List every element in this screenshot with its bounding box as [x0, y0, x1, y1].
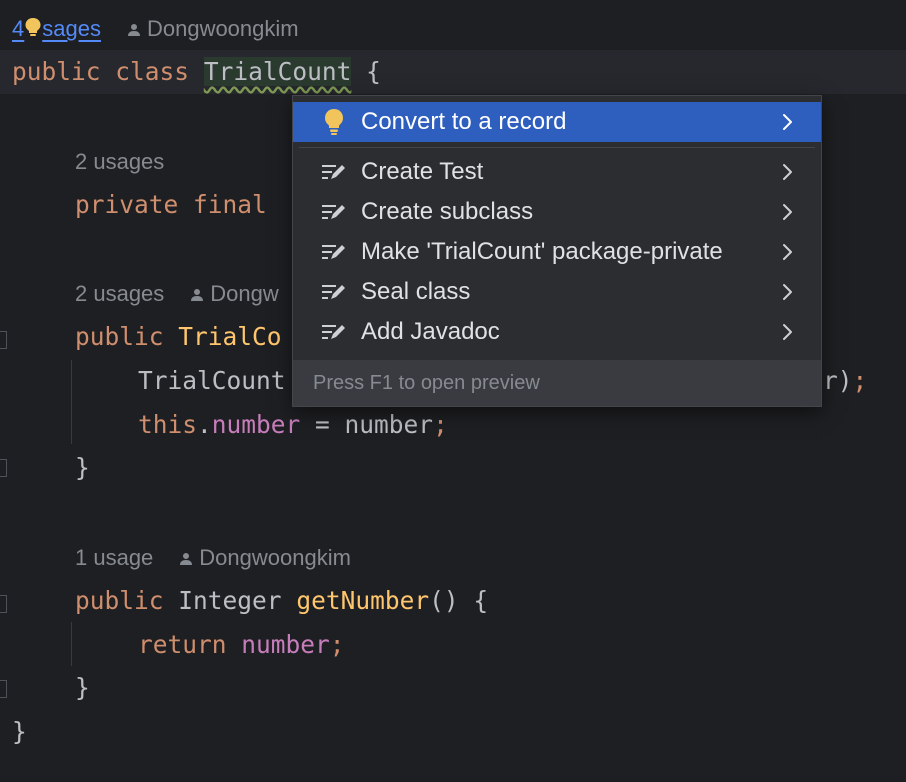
kw-this: this: [138, 410, 198, 439]
kw-final: final: [193, 190, 267, 219]
chevron-right-icon: [781, 242, 795, 262]
usages-suffix: sages: [42, 16, 101, 41]
menu-item-create-subclass[interactable]: Create subclass: [293, 192, 821, 232]
chevron-right-icon: [781, 162, 795, 182]
edit-intention-icon: [319, 277, 349, 307]
author-icon: [179, 544, 193, 574]
chevron-right-icon: [781, 282, 795, 302]
edit-intention-icon: [319, 317, 349, 347]
ctor-close-brace: }: [75, 453, 90, 482]
kw-public: public: [12, 57, 101, 86]
ctor-body-line-1-tail: r);: [823, 366, 867, 396]
method-name: getNumber: [296, 586, 430, 615]
bulb-icon: [319, 107, 349, 137]
indent-guide: [71, 360, 72, 444]
kw-public: public: [75, 322, 164, 351]
fold-marker[interactable]: [0, 331, 7, 349]
menu-item-make-package-private[interactable]: Make 'TrialCount' package-private: [293, 232, 821, 272]
field-usages-hint[interactable]: 2 usages: [75, 147, 164, 177]
menu-item-create-test[interactable]: Create Test: [293, 152, 821, 192]
class-name[interactable]: TrialCount: [203, 57, 352, 86]
code-editor[interactable]: 4 sages Dongwoongkim public class TrialCou…: [0, 0, 906, 782]
kw-class: class: [115, 57, 190, 86]
constructor-declaration: public TrialCo: [75, 322, 282, 352]
author-icon: [127, 15, 141, 45]
menu-item-seal-class[interactable]: Seal class: [293, 272, 821, 312]
usages-count: 4: [12, 16, 25, 41]
class-declaration: public class TrialCount {: [12, 57, 381, 87]
getter-author: Dongwoongkim: [199, 545, 351, 570]
fold-marker[interactable]: [0, 459, 7, 477]
fold-marker[interactable]: [0, 680, 7, 698]
ctor-body-line-1: TrialCount: [138, 366, 286, 396]
return-type: Integer: [178, 586, 282, 615]
getter-usages-hint[interactable]: 1 usage Dongwoongkim: [75, 543, 351, 574]
field-declaration: private final: [75, 190, 267, 220]
class-usages-hint: 4 sages Dongwoongkim: [12, 14, 299, 45]
menu-item-label: Add Javadoc: [361, 318, 500, 345]
field-usages: 2 usages: [75, 149, 165, 174]
chevron-right-icon: [781, 202, 795, 222]
chevron-right-icon: [781, 112, 795, 132]
ctor-usages-hint[interactable]: 2 usages Dongw: [75, 279, 279, 310]
chevron-right-icon: [781, 322, 795, 342]
assign-expr: = number: [300, 410, 434, 439]
open-brace: {: [366, 57, 381, 86]
class-usages-link[interactable]: 4 sages: [12, 16, 101, 41]
getter-close-brace: }: [75, 673, 90, 702]
menu-separator: [299, 147, 815, 148]
ctor-body-line-2: this.number = number;: [138, 410, 448, 440]
edit-intention-icon: [319, 237, 349, 267]
semicolon: ;: [852, 366, 868, 395]
author-icon: [190, 280, 204, 310]
field-number: number: [211, 410, 301, 439]
edit-intention-icon: [319, 157, 349, 187]
menu-item-label: Seal class: [361, 278, 471, 305]
fold-marker[interactable]: [0, 595, 7, 613]
ctor-author: Dongw: [210, 281, 279, 306]
menu-item-label: Create Test: [361, 158, 484, 185]
constructor-name: TrialCo: [178, 322, 282, 351]
menu-item-label: Convert to a record: [361, 108, 567, 135]
ctor-body-tail: r): [823, 366, 853, 395]
ctor-body-text: TrialCount: [138, 366, 286, 395]
kw-return: return: [138, 630, 227, 659]
class-close-brace: }: [12, 717, 27, 746]
menu-item-label: Make 'TrialCount' package-private: [361, 238, 723, 265]
menu-item-add-javadoc[interactable]: Add Javadoc: [293, 312, 821, 352]
intention-bulb-icon[interactable]: [24, 17, 42, 39]
class-author: Dongwoongkim: [146, 16, 299, 41]
popup-footer-hint: Press F1 to open preview: [293, 360, 821, 406]
edit-intention-icon: [319, 197, 349, 227]
menu-item-label: Create subclass: [361, 198, 534, 225]
intention-actions-popup: Convert to a record Create Test Create s…: [292, 95, 822, 407]
getter-declaration: public Integer getNumber() {: [75, 586, 488, 616]
getter-usages: 1 usage: [75, 545, 154, 570]
ctor-usages: 2 usages: [75, 281, 165, 306]
dot: .: [197, 410, 212, 439]
semicolon: ;: [329, 630, 345, 659]
getter-body: return number;: [138, 630, 345, 660]
kw-private: private: [75, 190, 179, 219]
kw-public: public: [75, 586, 164, 615]
indent-guide: [71, 622, 72, 666]
semicolon: ;: [433, 410, 448, 439]
field-number: number: [241, 630, 330, 659]
method-rest: () {: [429, 586, 489, 615]
menu-item-convert-to-record[interactable]: Convert to a record: [293, 102, 821, 142]
